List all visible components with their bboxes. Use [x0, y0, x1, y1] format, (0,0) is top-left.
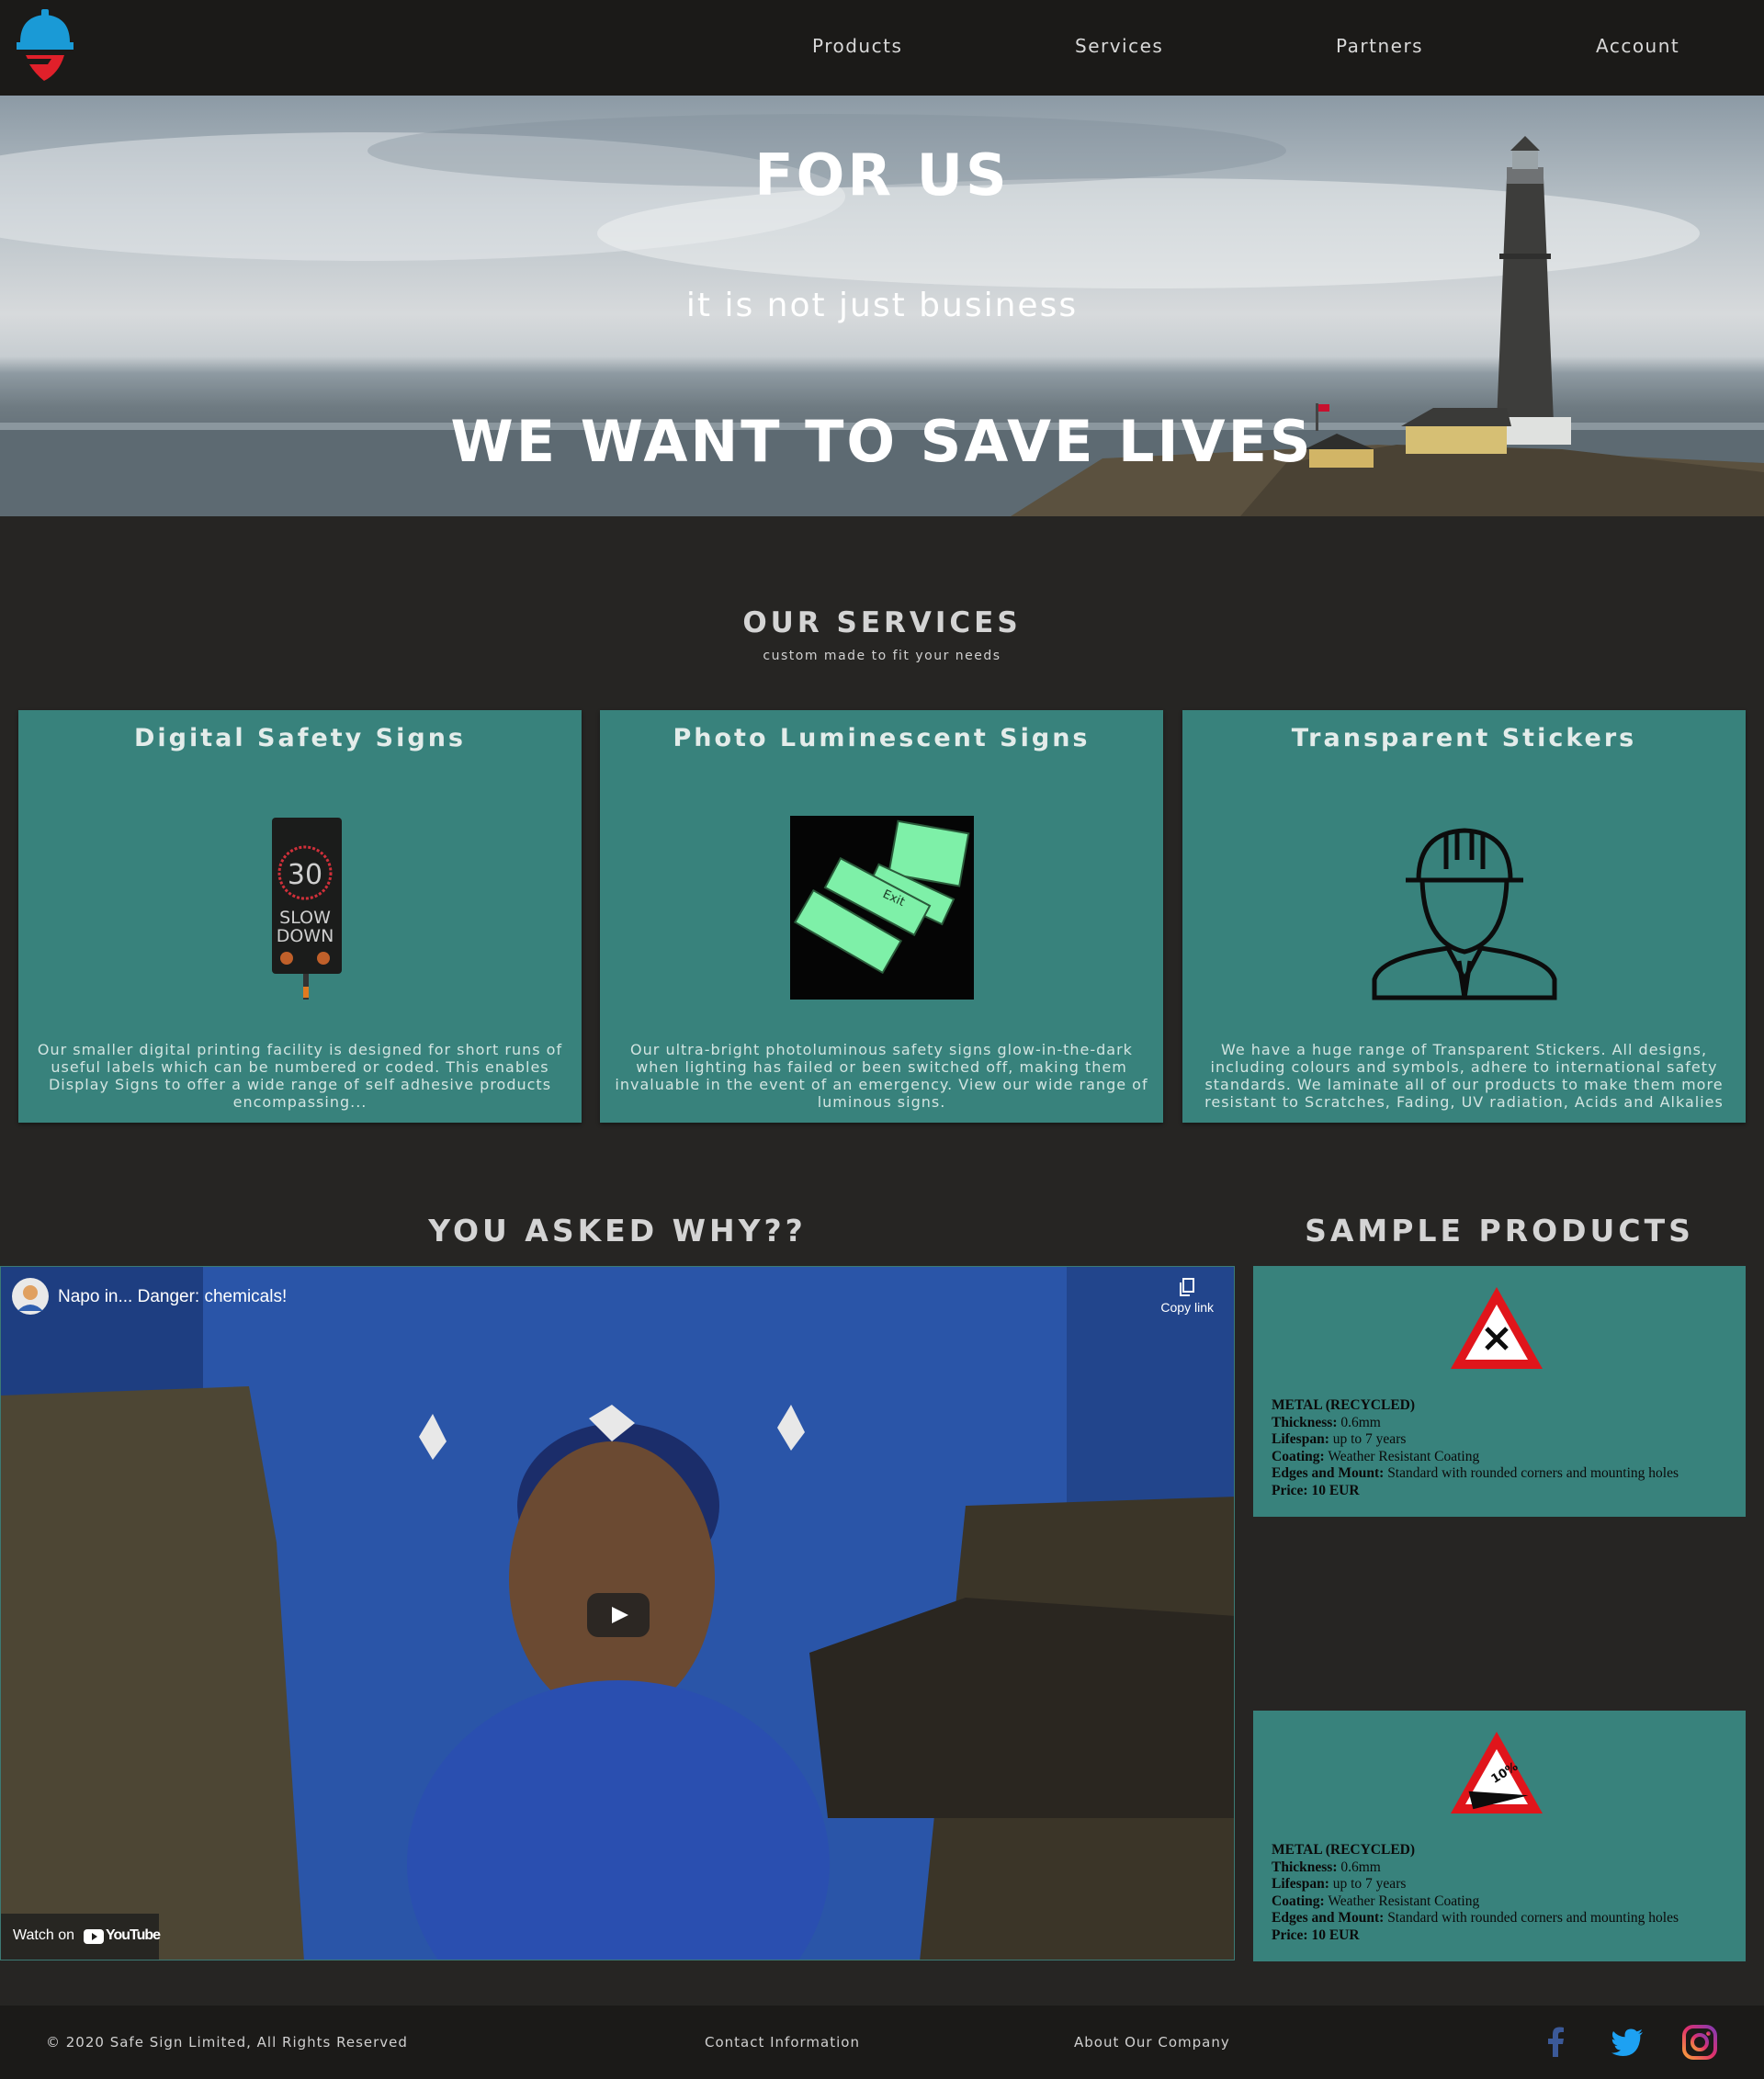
- hero-banner: FOR US it is not just business WE WANT T…: [0, 96, 1764, 516]
- top-navbar: Products Services Partners Account: [0, 0, 1764, 96]
- sign-text-slow: SLOW: [279, 908, 331, 928]
- card-description: Our ultra-bright photoluminous safety si…: [615, 1041, 1148, 1111]
- product-material: METAL (RECYCLED): [1272, 1397, 1416, 1413]
- instagram-icon[interactable]: [1681, 2024, 1718, 2061]
- nav-services[interactable]: Services: [1075, 35, 1163, 57]
- samples-heading: SAMPLE PRODUCTS: [1305, 1213, 1694, 1249]
- sign-text-down: DOWN: [277, 926, 334, 946]
- services-subheading: custom made to fit your needs: [763, 649, 1001, 663]
- watch-on-youtube-button[interactable]: Watch on YouTube: [1, 1914, 161, 1960]
- spec-thickness: 0.6mm: [1340, 1859, 1381, 1875]
- hero-tagline: WE WANT TO SAVE LIVES: [450, 408, 1314, 475]
- contact-link[interactable]: Contact Information: [705, 2034, 860, 2051]
- facebook-icon[interactable]: [1538, 2024, 1575, 2061]
- exit-signs-image: Exit: [790, 816, 974, 1000]
- why-heading: YOU ASKED WHY??: [428, 1213, 807, 1249]
- spec-label: Thickness:: [1272, 1414, 1338, 1430]
- spec-label: Lifespan:: [1272, 1431, 1329, 1447]
- about-link[interactable]: About Our Company: [1074, 2034, 1230, 2051]
- footer: © 2020 Safe Sign Limited, All Rights Res…: [0, 2006, 1764, 2079]
- copyright-text: © 2020 Safe Sign Limited, All Rights Res…: [46, 2034, 408, 2051]
- spec-label: Coating:: [1272, 1893, 1325, 1909]
- chemical-warning-sign-image: [1451, 1287, 1543, 1369]
- copy-icon: [1180, 1278, 1195, 1296]
- worker-helmet-icon: [1372, 828, 1557, 1000]
- safety-helmet-logo-icon[interactable]: [13, 7, 77, 83]
- product-specs: METAL (RECYCLED) Thickness: 0.6mm Lifesp…: [1272, 1842, 1679, 1944]
- product-price: Price: 10 EUR: [1272, 1926, 1360, 1943]
- copy-link-label: Copy link: [1160, 1300, 1214, 1315]
- card-description: We have a huge range of Transparent Stic…: [1204, 1041, 1724, 1111]
- spec-label: Thickness:: [1272, 1859, 1338, 1875]
- card-description: Our smaller digital printing facility is…: [37, 1041, 563, 1111]
- sign-number: 30: [288, 859, 322, 891]
- product-specs: METAL (RECYCLED) Thickness: 0.6mm Lifesp…: [1272, 1397, 1679, 1499]
- hero-subtitle: it is not just business: [685, 287, 1079, 324]
- watch-on-label: Watch on: [13, 1927, 74, 1943]
- twitter-icon[interactable]: [1610, 2024, 1646, 2061]
- card-title: Photo Luminescent Signs: [673, 724, 1091, 752]
- card-title: Transparent Stickers: [1291, 724, 1637, 752]
- channel-avatar[interactable]: [12, 1278, 49, 1315]
- spec-label: Edges and Mount:: [1272, 1465, 1385, 1481]
- slow-down-sign-image: 30 SLOW DOWN: [272, 818, 342, 1000]
- product-price: Price: 10 EUR: [1272, 1482, 1360, 1498]
- youtube-video-embed[interactable]: Napo in... Danger: chemicals! Copy link …: [0, 1266, 1235, 1960]
- youtube-wordmark: YouTube: [106, 1927, 161, 1943]
- spec-lifespan: up to 7 years: [1332, 1876, 1407, 1892]
- youtube-logo-icon: [84, 1929, 104, 1944]
- services-heading: OUR SERVICES: [742, 606, 1022, 639]
- spec-coating: Weather Resistant Coating: [1328, 1893, 1480, 1909]
- card-title: Digital Safety Signs: [134, 724, 466, 752]
- steep-slope-sign-image: 10%: [1451, 1732, 1543, 1813]
- nav-account[interactable]: Account: [1596, 35, 1679, 57]
- service-card-digital[interactable]: Digital Safety Signs 30 SLOW DOWN Our sm…: [18, 710, 582, 1123]
- video-title[interactable]: Napo in... Danger: chemicals!: [58, 1287, 287, 1307]
- spec-label: Lifespan:: [1272, 1876, 1329, 1892]
- spec-lifespan: up to 7 years: [1332, 1431, 1407, 1447]
- product-material: METAL (RECYCLED): [1272, 1842, 1416, 1858]
- spec-coating: Weather Resistant Coating: [1328, 1448, 1480, 1464]
- service-card-luminescent[interactable]: Photo Luminescent Signs Exit Our ultra-b…: [600, 710, 1163, 1123]
- play-button-icon[interactable]: [587, 1593, 650, 1637]
- spec-thickness: 0.6mm: [1340, 1414, 1381, 1430]
- service-card-stickers[interactable]: Transparent Stickers We have a huge rang…: [1182, 710, 1746, 1123]
- spec-label: Coating:: [1272, 1448, 1325, 1464]
- hero-title: FOR US: [754, 141, 1010, 209]
- sample-product-card[interactable]: METAL (RECYCLED) Thickness: 0.6mm Lifesp…: [1253, 1266, 1746, 1517]
- sample-product-card[interactable]: 10% METAL (RECYCLED) Thickness: 0.6mm Li…: [1253, 1711, 1746, 1961]
- nav-products[interactable]: Products: [812, 35, 902, 57]
- spec-label: Edges and Mount:: [1272, 1910, 1385, 1926]
- copy-link-button[interactable]: Copy link: [1160, 1278, 1214, 1315]
- spec-edges: Standard with rounded corners and mounti…: [1387, 1910, 1679, 1926]
- spec-edges: Standard with rounded corners and mounti…: [1387, 1465, 1679, 1481]
- nav-partners[interactable]: Partners: [1336, 35, 1423, 57]
